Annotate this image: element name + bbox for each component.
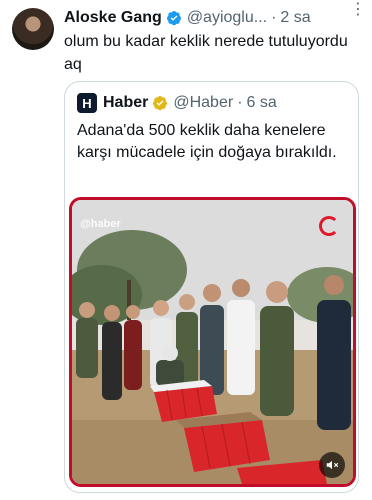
tweet-header: Aloske Gang @ayioglu... · 2 sa [64, 7, 362, 29]
quoted-tweet-time[interactable]: 6 sa [247, 94, 277, 112]
tweet-text: olum bu kadar keklik nerede tutuluyordu … [64, 33, 348, 73]
quoted-author-name[interactable]: Haber [103, 94, 148, 112]
separator-dot: · [271, 9, 277, 26]
quoted-tweet-card[interactable]: H Haber @Haber · 6 sa Adana'da 500 kekli… [64, 81, 359, 493]
video-still-image [72, 200, 353, 484]
broadcaster-logo-icon [319, 216, 339, 236]
quoted-tweet-text: Adana'da 500 keklik daha kenelere karşı … [77, 122, 337, 161]
quoted-separator-dot: · [237, 94, 243, 111]
quoted-tweet-header: H Haber @Haber · 6 sa [77, 93, 277, 113]
channel-watermark: @haber [80, 218, 121, 230]
haber-logo-avatar[interactable]: H [77, 93, 97, 113]
video-frame[interactable]: @haber [72, 200, 353, 484]
tweet-time[interactable]: 2 sa [280, 9, 310, 27]
more-options-icon[interactable]: ⋮ [350, 2, 366, 18]
author-name[interactable]: Aloske Gang [64, 9, 162, 27]
author-handle[interactable]: @ayioglu... [187, 9, 267, 27]
speaker-muted-icon[interactable] [319, 452, 345, 478]
author-avatar[interactable] [12, 8, 54, 50]
quoted-author-handle[interactable]: @Haber [173, 94, 233, 112]
gold-verified-badge-icon [153, 96, 168, 111]
verified-badge-icon [166, 11, 181, 26]
video-player[interactable]: @haber [69, 197, 356, 487]
